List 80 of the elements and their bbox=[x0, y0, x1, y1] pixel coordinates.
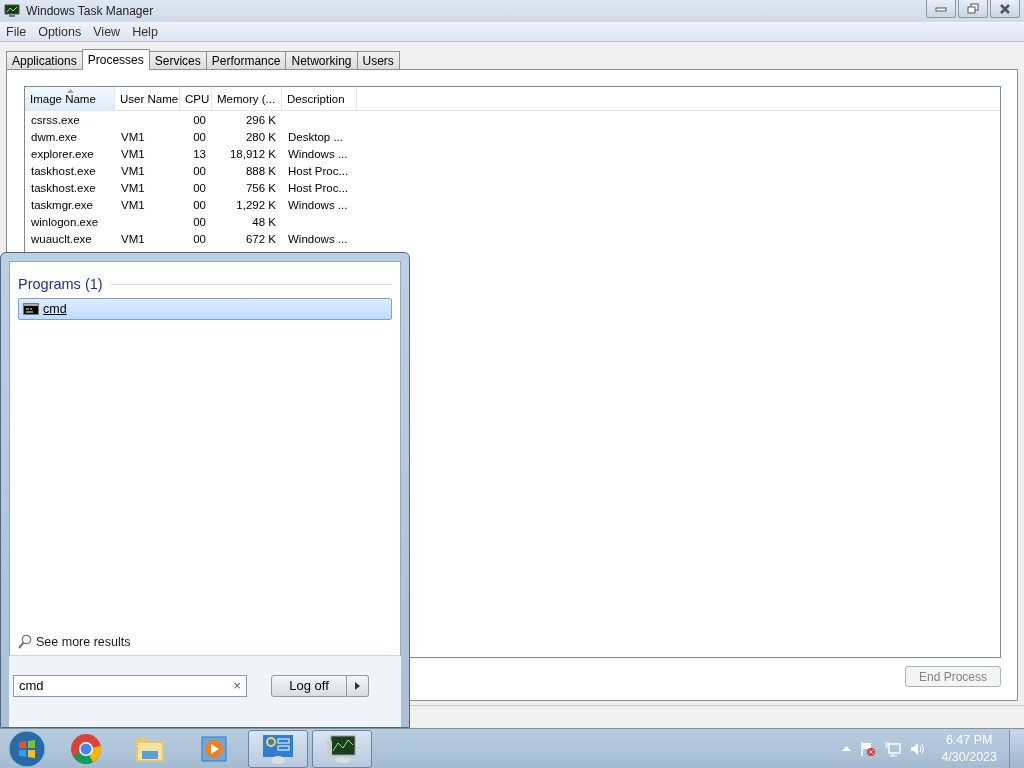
sort-arrow-icon bbox=[67, 89, 74, 93]
table-cell: dwm.exe bbox=[31, 130, 78, 143]
browser-icon bbox=[70, 732, 102, 765]
column-header[interactable]: Description bbox=[282, 87, 357, 110]
table-cell: 13 bbox=[193, 147, 206, 160]
section-heading: Programs (1) bbox=[18, 276, 103, 292]
table-cell: 00 bbox=[193, 181, 206, 194]
column-header[interactable]: Image Name bbox=[25, 87, 115, 110]
close-button[interactable] bbox=[990, 0, 1020, 18]
column-header[interactable]: CPU bbox=[180, 87, 212, 110]
table-cell: VM1 bbox=[121, 147, 145, 160]
tab[interactable]: Performance bbox=[205, 51, 287, 69]
column-header[interactable]: User Name bbox=[115, 87, 180, 110]
table-cell: 888 K bbox=[245, 164, 276, 177]
table-cell: Host Proc... bbox=[288, 181, 349, 194]
table-cell: wuauclt.exe bbox=[31, 232, 92, 245]
table-cell: 18,912 K bbox=[229, 147, 276, 160]
network-icon[interactable] bbox=[885, 740, 902, 757]
monitor-icon bbox=[325, 732, 359, 765]
power-options-button[interactable] bbox=[347, 674, 369, 697]
clear-button[interactable]: × bbox=[233, 678, 241, 693]
table-cell: Windows ... bbox=[288, 147, 348, 160]
table-cell: taskhost.exe bbox=[31, 164, 96, 177]
table-cell: VM1 bbox=[121, 130, 145, 143]
table-cell: Desktop ... bbox=[288, 130, 343, 143]
table-cell: Windows ... bbox=[288, 232, 348, 245]
menu-item[interactable]: Options bbox=[38, 24, 82, 39]
show-desktop-button[interactable] bbox=[1009, 729, 1024, 768]
table-cell: 00 bbox=[193, 113, 206, 126]
tab[interactable]: Applications bbox=[6, 51, 83, 69]
start-button[interactable] bbox=[8, 729, 46, 768]
minimize-icon bbox=[935, 5, 947, 12]
table-cell: Host Proc... bbox=[288, 164, 349, 177]
table-cell: 48 K bbox=[252, 215, 276, 228]
table-cell: 00 bbox=[193, 164, 206, 177]
log-off-button[interactable]: Log off bbox=[271, 674, 347, 697]
table-cell: 00 bbox=[193, 215, 206, 228]
table-cell: taskmgr.exe bbox=[31, 198, 93, 211]
show-hidden-icons-icon[interactable] bbox=[842, 746, 852, 751]
menu-item[interactable]: Help bbox=[132, 24, 158, 39]
close-icon bbox=[999, 3, 1011, 14]
table-cell: 00 bbox=[193, 130, 206, 143]
table-cell: 00 bbox=[193, 232, 206, 245]
table-cell: explorer.exe bbox=[31, 147, 94, 160]
table-cell: 00 bbox=[193, 198, 206, 211]
search-icon bbox=[18, 634, 32, 649]
table-cell: 672 K bbox=[245, 232, 276, 245]
table-cell: VM1 bbox=[121, 198, 145, 211]
monitor-icon bbox=[4, 4, 20, 18]
table-cell: Windows ... bbox=[288, 198, 348, 211]
media-player-icon bbox=[200, 734, 228, 763]
table-cell: winlogon.exe bbox=[31, 215, 99, 228]
tab[interactable]: Processes bbox=[81, 49, 150, 70]
minimize-button[interactable] bbox=[926, 0, 956, 18]
tab[interactable]: Users bbox=[356, 51, 400, 69]
table-cell: taskhost.exe bbox=[31, 181, 96, 194]
see-more-results-link[interactable]: See more results bbox=[36, 634, 131, 649]
table-cell: VM1 bbox=[121, 164, 145, 177]
control-panel-icon bbox=[261, 732, 295, 765]
restore-icon bbox=[967, 3, 979, 14]
search-result[interactable]: cmd bbox=[18, 298, 392, 320]
menu-item[interactable]: File bbox=[6, 24, 27, 39]
table-cell: csrss.exe bbox=[31, 113, 80, 126]
tab[interactable]: Networking bbox=[285, 51, 358, 69]
table-cell: 280 K bbox=[245, 130, 276, 143]
table-cell: VM1 bbox=[121, 181, 145, 194]
console-icon bbox=[23, 303, 39, 315]
flag-icon[interactable] bbox=[860, 740, 877, 757]
column-header[interactable]: Memory (... bbox=[212, 87, 282, 110]
arrow-icon bbox=[355, 681, 360, 690]
search-field[interactable]: cmd × bbox=[13, 674, 247, 697]
table-cell: 756 K bbox=[245, 181, 276, 194]
tab[interactable]: Services bbox=[148, 51, 207, 69]
menu-item[interactable]: View bbox=[93, 24, 121, 39]
restore-button[interactable] bbox=[958, 0, 988, 18]
window-title: Windows Task Manager bbox=[26, 4, 154, 18]
table-cell: VM1 bbox=[121, 232, 145, 245]
table-cell: 296 K bbox=[245, 113, 276, 126]
table-cell: 1,292 K bbox=[236, 198, 276, 211]
taskbar-button[interactable] bbox=[312, 729, 372, 768]
